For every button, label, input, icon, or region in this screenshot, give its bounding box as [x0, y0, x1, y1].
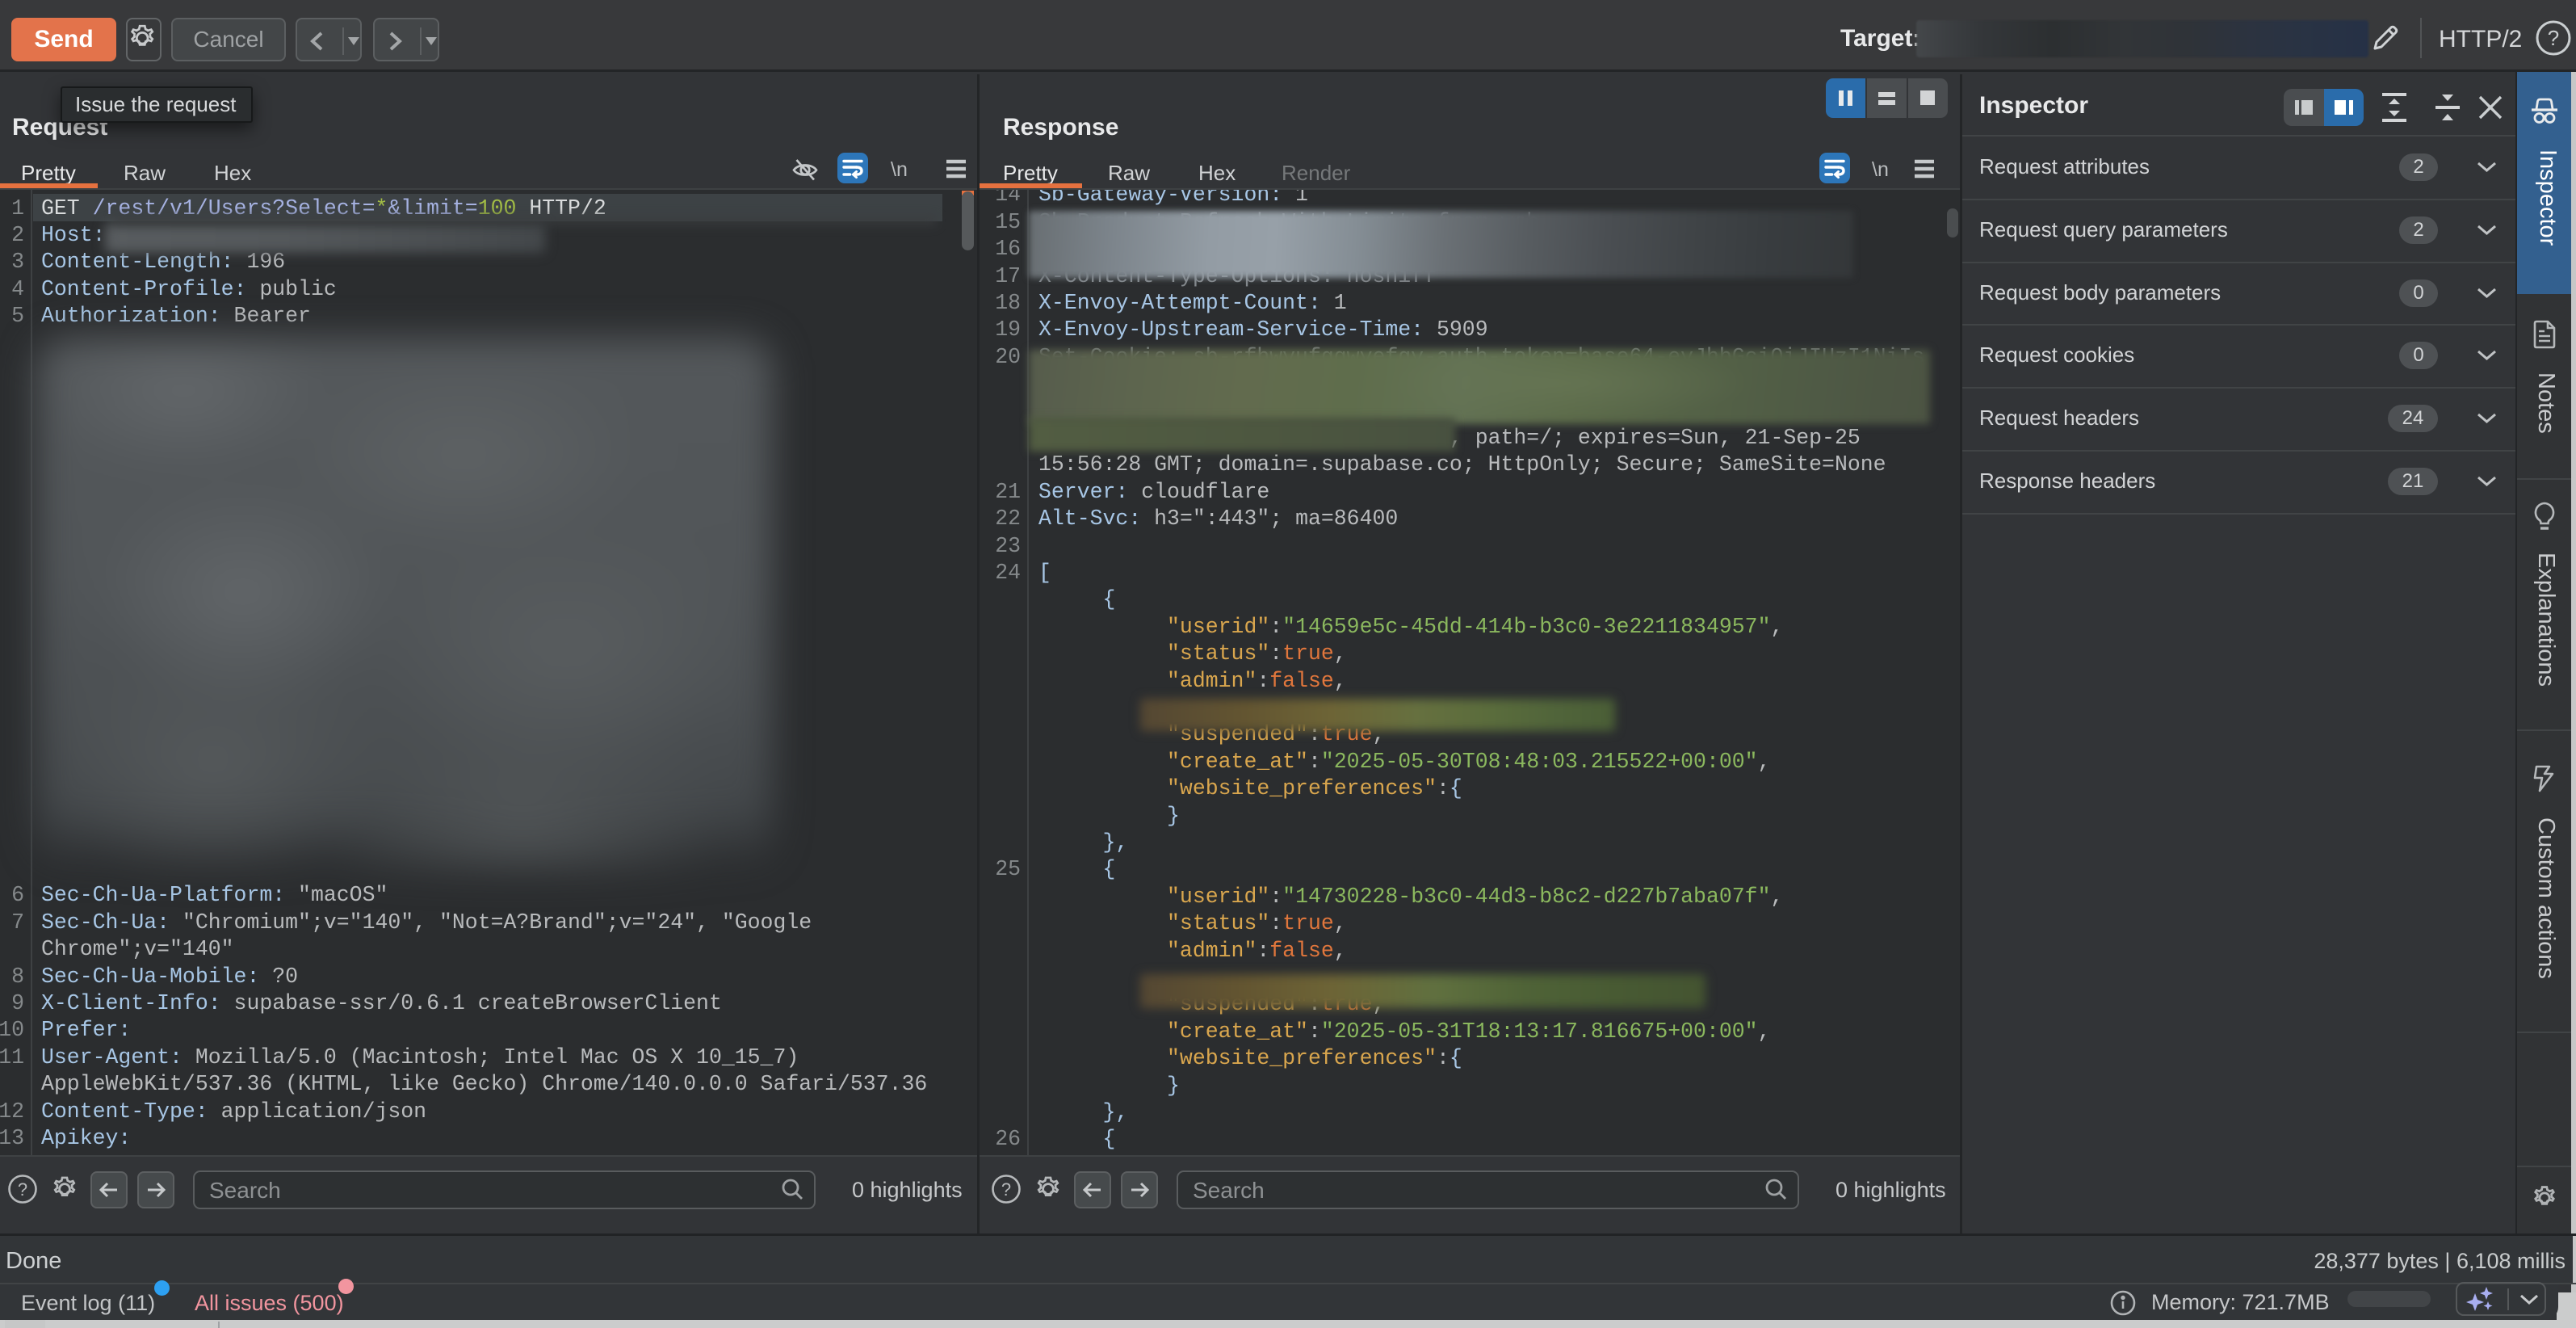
svg-text:?: ? — [1001, 1179, 1011, 1200]
svg-text:?: ? — [18, 1179, 27, 1200]
svg-text:?: ? — [2548, 26, 2559, 50]
